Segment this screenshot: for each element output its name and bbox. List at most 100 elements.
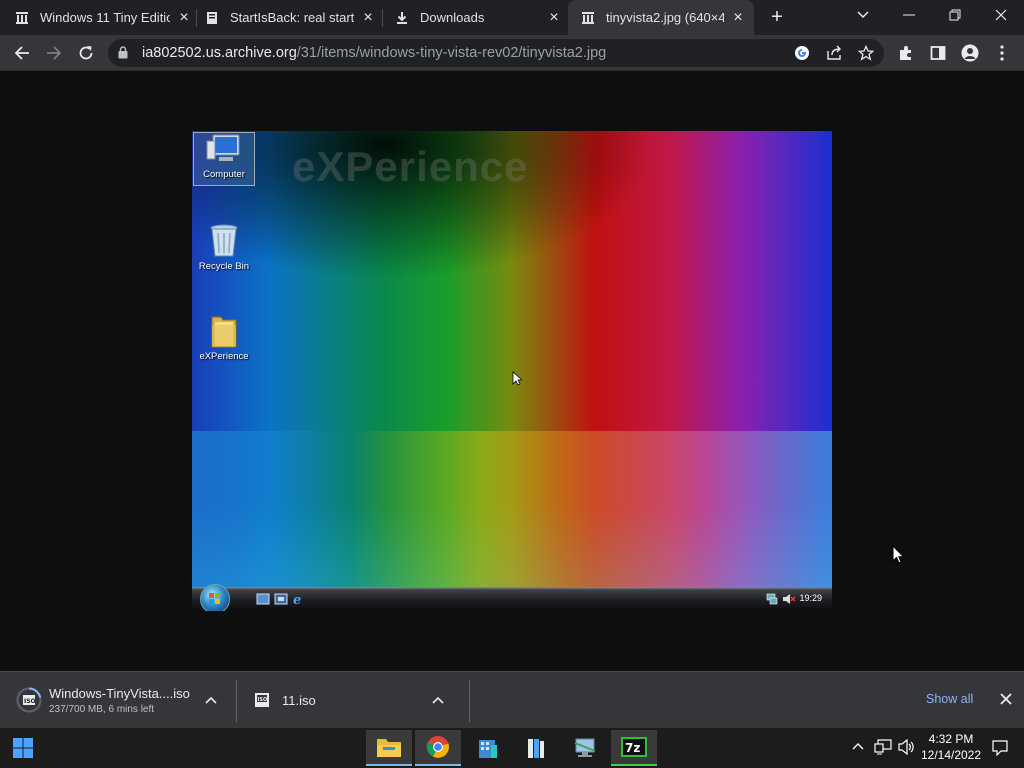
close-download-shelf-icon[interactable]	[1000, 693, 1012, 705]
show-all-downloads-link[interactable]: Show all	[926, 692, 973, 706]
more-menu-icon[interactable]	[988, 39, 1016, 67]
svg-text:e: e	[293, 593, 301, 606]
archive-icon	[14, 10, 30, 26]
chrome-icon	[426, 736, 449, 758]
tab-downloads[interactable]: Downloads ×	[394, 0, 562, 35]
back-button[interactable]	[8, 39, 36, 67]
windows-start-button[interactable]	[0, 730, 46, 766]
tab-search-chevron-icon[interactable]	[840, 0, 886, 30]
file-explorer-taskbar-button[interactable]	[366, 730, 412, 766]
building-icon	[479, 740, 497, 758]
network-icon[interactable]	[874, 739, 892, 755]
mouse-pointer-icon	[892, 545, 904, 564]
mouse-cursor-icon	[512, 371, 522, 386]
icon-label: Recycle Bin	[198, 261, 250, 272]
vista-start-orb-icon	[200, 584, 230, 611]
tab-title: StartIsBack: real start m	[230, 10, 354, 25]
svg-text:7z: 7z	[625, 741, 640, 755]
bookmark-star-icon[interactable]	[856, 43, 876, 63]
tab-close-icon[interactable]: ×	[176, 9, 192, 26]
reload-button[interactable]	[72, 39, 100, 67]
svg-text:ISO: ISO	[24, 698, 36, 705]
switch-windows-icon	[274, 593, 288, 605]
svg-text:ISO: ISO	[258, 697, 268, 703]
wallpaper-gradient	[192, 431, 832, 591]
7zip-taskbar-button[interactable]: 7z	[611, 730, 657, 766]
screen: Windows 11 Tiny Editio × StartIsBack: re…	[0, 0, 1024, 768]
browser-toolbar: ia802502.us.archive.org/31/items/windows…	[0, 35, 1024, 71]
windows-logo-icon	[13, 738, 33, 758]
doc-icon	[204, 10, 220, 26]
close-window-button[interactable]	[978, 0, 1024, 30]
archive-icon	[580, 10, 596, 26]
download-item-windows-tinyvista[interactable]: ISO Windows-TinyVista....iso 237/700 MB,…	[16, 672, 230, 728]
tab-separator	[196, 9, 197, 27]
notification-center-icon[interactable]	[992, 740, 1008, 756]
computer-app-taskbar-button[interactable]	[562, 730, 608, 766]
volume-icon[interactable]	[898, 739, 916, 755]
recycle-bin-icon	[210, 224, 238, 257]
tab-separator	[382, 9, 383, 27]
recycle-bin-desktop-icon: Recycle Bin	[193, 223, 255, 277]
tab-title: tinyvista2.jpg (640×48	[606, 10, 724, 25]
computer-desktop-icon: Computer	[193, 132, 255, 186]
iso-file-icon: ISO	[255, 693, 269, 707]
books-icon	[528, 739, 544, 758]
folder-icon	[211, 316, 237, 348]
network-tray-icon	[766, 593, 778, 605]
internet-explorer-icon: e	[293, 593, 301, 606]
download-text: Windows-TinyVista....iso 237/700 MB, 6 m…	[49, 686, 199, 715]
tray-overflow-chevron-icon[interactable]	[852, 742, 864, 750]
extensions-puzzle-icon[interactable]	[892, 39, 920, 67]
tab-strip: Windows 11 Tiny Editio × StartIsBack: re…	[0, 0, 1024, 35]
image-viewer: eXPerience Computer Recycle Bin eXPerien…	[0, 71, 1024, 671]
chevron-up-icon[interactable]	[205, 696, 217, 704]
download-text: 11.iso	[282, 693, 432, 708]
download-progress-iso-icon: ISO	[16, 687, 42, 713]
7zip-icon: 7z	[621, 737, 647, 757]
muted-volume-tray-icon	[783, 594, 796, 604]
download-shelf: ISO Windows-TinyVista....iso 237/700 MB,…	[0, 671, 1024, 728]
chrome-taskbar-button[interactable]	[415, 730, 461, 766]
download-separator	[236, 680, 237, 722]
side-panel-icon[interactable]	[924, 39, 952, 67]
tab-title: Downloads	[420, 10, 485, 25]
google-lens-icon[interactable]	[792, 43, 812, 63]
desktop-screenshot-image[interactable]: eXPerience Computer Recycle Bin eXPerien…	[192, 131, 832, 611]
computer-management-icon	[574, 738, 596, 757]
icon-label: Computer	[203, 169, 245, 180]
restore-button[interactable]	[932, 0, 978, 30]
tab-windows-11-tiny[interactable]: Windows 11 Tiny Editio ×	[14, 0, 192, 35]
download-filename: Windows-TinyVista....iso	[49, 685, 190, 701]
minimize-button[interactable]	[886, 0, 932, 30]
forward-button[interactable]	[40, 39, 68, 67]
clock-date: 12/14/2022	[920, 748, 982, 762]
tab-title: Windows 11 Tiny Editio	[40, 10, 170, 25]
tab-close-icon[interactable]: ×	[360, 9, 376, 26]
show-desktop-icon	[256, 593, 270, 605]
download-icon	[394, 10, 410, 26]
archive-app-taskbar-button[interactable]	[513, 730, 559, 766]
share-icon[interactable]	[824, 43, 844, 63]
tab-startisback[interactable]: StartIsBack: real start m ×	[204, 0, 376, 35]
clock-time: 4:32 PM	[928, 732, 974, 746]
file-explorer-icon	[377, 739, 401, 757]
chevron-up-icon[interactable]	[432, 696, 444, 704]
system-clock[interactable]: 4:32 PM 12/14/2022	[918, 731, 984, 763]
address-bar[interactable]: ia802502.us.archive.org/31/items/windows…	[108, 39, 884, 67]
windows-taskbar: 7z 4:32 PM 12/14/2022	[0, 728, 1024, 768]
vista-clock: 19:29	[799, 593, 822, 603]
url-text[interactable]: ia802502.us.archive.org/31/items/windows…	[142, 45, 606, 61]
download-item-11-iso[interactable]: ISO 11.iso	[254, 672, 454, 728]
experience-folder-desktop-icon: eXPerience	[193, 313, 255, 367]
tab-close-icon[interactable]: ×	[546, 9, 562, 26]
building-app-taskbar-button[interactable]	[464, 730, 510, 766]
new-tab-button[interactable]: +	[766, 6, 788, 28]
download-separator	[469, 680, 470, 722]
profile-avatar-icon[interactable]	[956, 39, 984, 67]
icon-label: eXPerience	[199, 351, 249, 362]
tab-close-icon[interactable]: ×	[730, 9, 746, 26]
download-filename: 11.iso	[282, 692, 316, 708]
lock-icon[interactable]	[118, 46, 128, 64]
tab-tinyvista2[interactable]: tinyvista2.jpg (640×48 ×	[568, 0, 754, 35]
